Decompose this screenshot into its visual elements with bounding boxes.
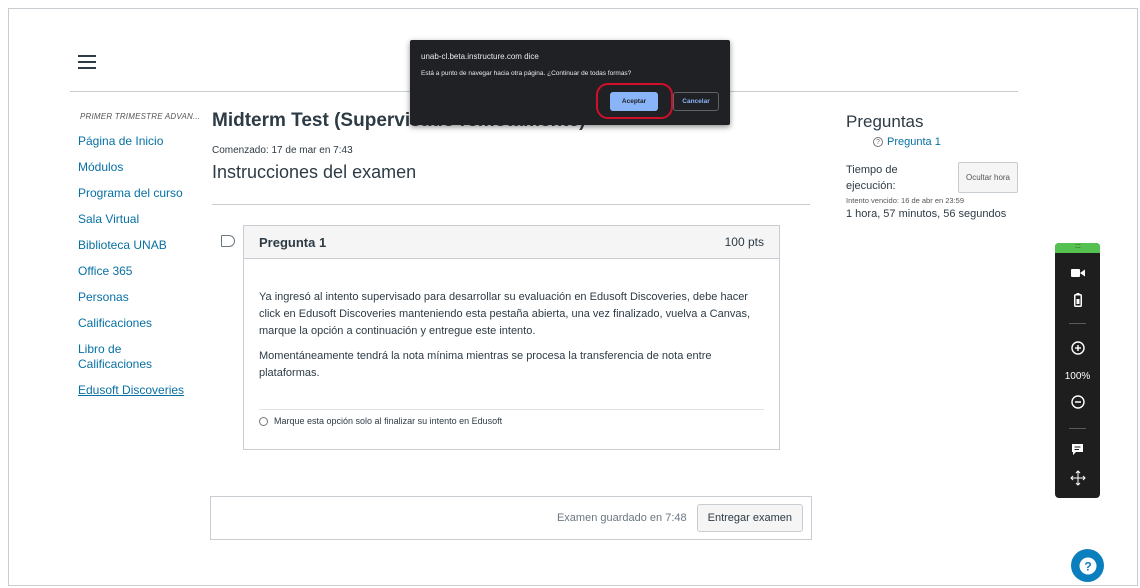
help-button[interactable]: ?	[1071, 549, 1104, 582]
question-name: Pregunta 1	[259, 234, 327, 250]
question-card: Pregunta 1 100 pts Ya ingresó al intento…	[243, 225, 780, 450]
time-remaining: 1 hora, 57 minutos, 56 segundos	[846, 208, 1007, 220]
proctor-toolbar: : : : 100%	[1055, 243, 1100, 498]
dialog-title: unab-cl.beta.instructure.com dice	[421, 52, 539, 61]
zoom-in-icon[interactable]	[1055, 340, 1100, 356]
time-label: Tiempo de ejecución:	[846, 164, 898, 192]
video-icon[interactable]	[1055, 265, 1100, 281]
battery-icon	[1055, 291, 1100, 309]
move-icon[interactable]	[1055, 469, 1100, 487]
submit-quiz-button[interactable]: Entregar examen	[696, 504, 803, 532]
nav-item-programa[interactable]: Programa del curso	[78, 186, 188, 201]
submit-bar: Examen guardado en 7:48 Entregar examen	[210, 496, 812, 540]
nav-item-biblioteca[interactable]: Biblioteca UNAB	[78, 238, 188, 253]
nav-item-modulos[interactable]: Módulos	[78, 160, 188, 175]
toolbar-divider	[1069, 428, 1086, 429]
nav-item-personas[interactable]: Personas	[78, 290, 188, 305]
toolbar-divider	[1069, 323, 1086, 324]
zoom-out-icon[interactable]	[1055, 394, 1100, 410]
accept-button[interactable]: Aceptar	[610, 92, 658, 111]
question-mark-icon: ?	[873, 137, 883, 147]
nav-item-sala-virtual[interactable]: Sala Virtual	[78, 212, 188, 227]
hamburger-menu-icon[interactable]	[78, 55, 96, 69]
nav-item-inicio[interactable]: Página de Inicio	[78, 134, 188, 149]
instructions-divider	[212, 204, 810, 205]
quiz-started: Comenzado: 17 de mar en 7:43	[212, 145, 353, 156]
nav-item-libro[interactable]: Libro de Calificaciones	[78, 342, 158, 372]
hide-time-button[interactable]: Ocultar hora	[958, 162, 1018, 193]
questions-panel-title: Preguntas	[846, 112, 924, 131]
course-navigation: Página de Inicio Módulos Programa del cu…	[78, 134, 188, 409]
browser-confirm-dialog: unab-cl.beta.instructure.com dice Está a…	[410, 40, 730, 125]
nav-item-edusoft[interactable]: Edusoft Discoveries	[78, 383, 188, 398]
course-label: PRIMER TRIMESTRE ADVAN...	[80, 112, 201, 121]
nav-item-office[interactable]: Office 365	[78, 264, 188, 279]
dialog-message: Está a punto de navegar hacia otra págin…	[421, 70, 632, 77]
chat-icon[interactable]	[1055, 441, 1100, 457]
answer-option[interactable]: Marque esta opción solo al finalizar su …	[259, 409, 764, 426]
answer-radio[interactable]	[259, 416, 268, 426]
drag-handle-icon[interactable]: : : :	[1055, 243, 1100, 253]
zoom-level: 100%	[1064, 371, 1091, 382]
answer-label: Marque esta opción solo al finalizar su …	[274, 416, 503, 426]
saved-status: Examen guardado en 7:48	[556, 512, 687, 524]
question-link-label: Pregunta 1	[887, 136, 941, 148]
attempt-due: Intento vencido: 16 de abr en 23:59	[846, 196, 965, 205]
flag-question-icon[interactable]	[221, 235, 235, 247]
nav-item-calificaciones[interactable]: Calificaciones	[78, 316, 188, 331]
instructions-heading: Instrucciones del examen	[212, 162, 417, 182]
question-paragraph: Momentáneamente tendrá la nota mínima mi…	[259, 350, 712, 379]
svg-text:?: ?	[1084, 559, 1091, 573]
cancel-button[interactable]: Cancelar	[673, 92, 719, 111]
question-paragraph: Ya ingresó al intento supervisado para d…	[259, 291, 751, 337]
question-body: Ya ingresó al intento supervisado para d…	[244, 259, 779, 382]
question-link[interactable]: ? Pregunta 1	[873, 136, 941, 148]
question-points: 100 pts	[724, 235, 764, 249]
question-header: Pregunta 1 100 pts	[244, 226, 779, 259]
help-question-icon: ?	[1079, 557, 1096, 574]
